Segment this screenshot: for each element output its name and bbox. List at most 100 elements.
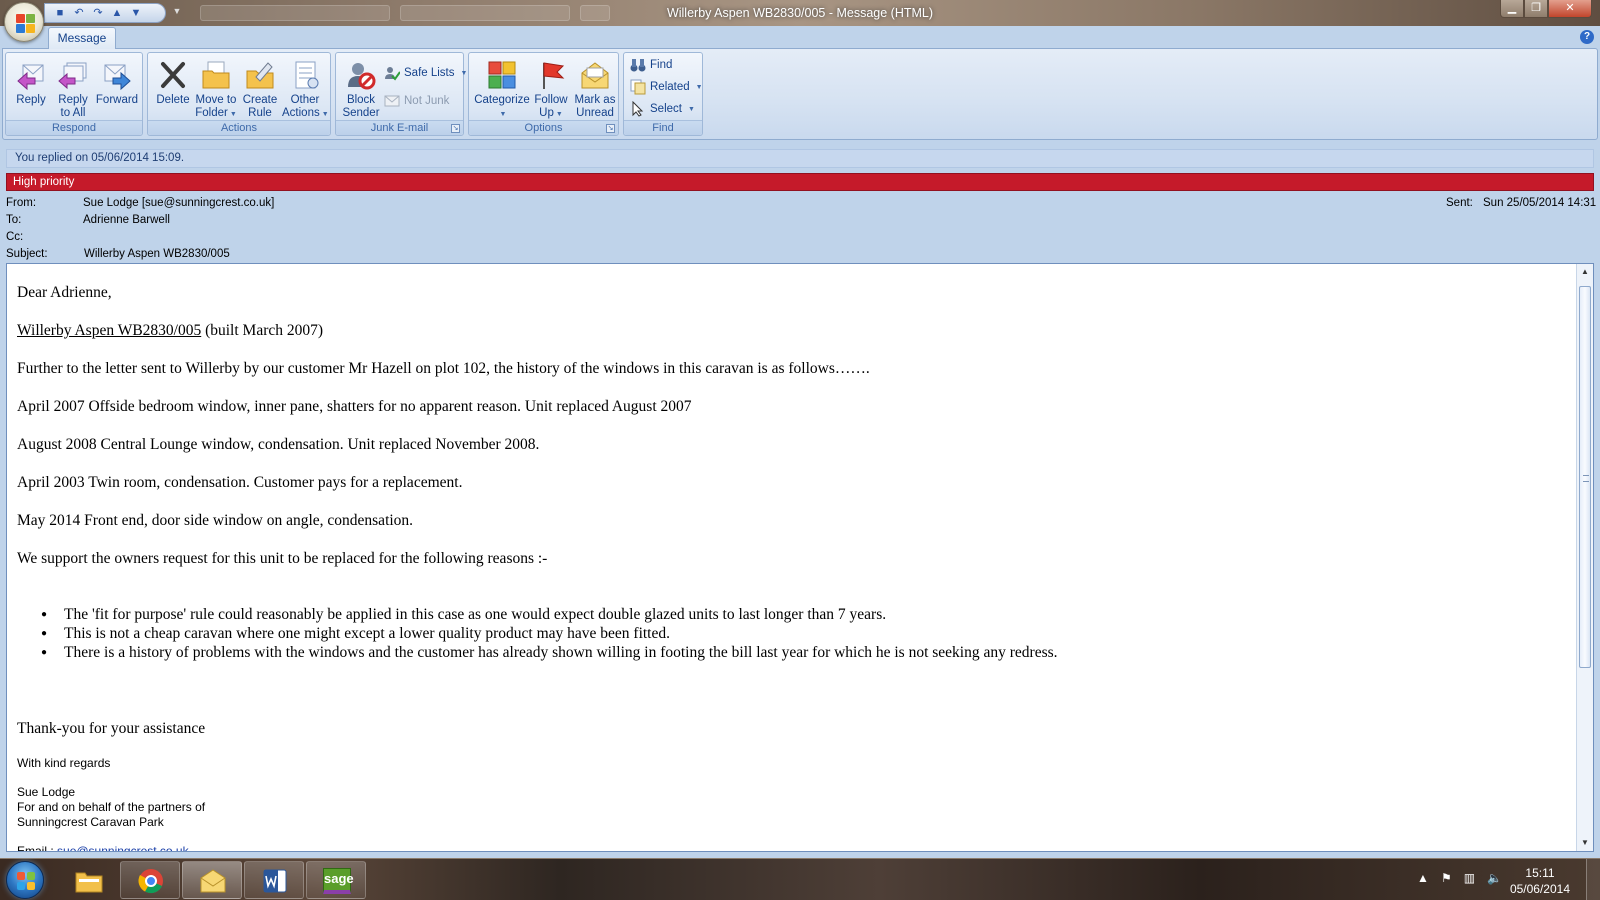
- word-taskbar-button[interactable]: [244, 861, 304, 899]
- other-actions-button[interactable]: Other Actions ▼: [282, 57, 329, 119]
- start-button[interactable]: [6, 861, 44, 899]
- bullet-text: The 'fit for purpose' rule could reasona…: [64, 606, 887, 623]
- thanks-line: Thank-you for your assistance: [17, 720, 206, 737]
- subject-label: Subject:: [6, 248, 48, 260]
- minimize-button[interactable]: ▁: [1500, 0, 1524, 18]
- junk-options-launcher-icon[interactable]: ↘: [451, 124, 460, 133]
- email-label: Email :: [17, 844, 58, 852]
- signature-name: Sue Lodge: [17, 785, 76, 799]
- cc-label: Cc:: [6, 231, 24, 243]
- list-item: ● This is not a cheap caravan where one m…: [41, 625, 670, 642]
- related-button[interactable]: Related ▼: [630, 77, 703, 97]
- volume-icon[interactable]: 🔈: [1487, 871, 1502, 885]
- chrome-taskbar-button[interactable]: [120, 861, 180, 899]
- related-icon: [630, 79, 646, 95]
- window-title: Willerby Aspen WB2830/005 - Message (HTM…: [666, 6, 934, 20]
- save-icon[interactable]: ■: [53, 6, 67, 20]
- group-junk-email: Block Sender Safe Lists ▼ Not Junk Junk E…: [335, 52, 467, 136]
- reply-label: Reply: [16, 94, 46, 106]
- restore-button[interactable]: ❐: [1524, 0, 1548, 18]
- system-tray: ▲ ⚑ ▥ 🔈: [1417, 871, 1502, 885]
- network-icon[interactable]: ▥: [1464, 871, 1475, 885]
- categorize-icon: [486, 59, 518, 91]
- paragraph-history-4: May 2014 Front end, door side window on …: [17, 512, 414, 529]
- sage-taskbar-button[interactable]: sage: [306, 861, 366, 899]
- customize-toolbar-icon[interactable]: ▼: [170, 6, 184, 20]
- safe-lists-button[interactable]: Safe Lists ▼: [384, 63, 467, 83]
- list-item: ● The 'fit for purpose' rule could reason…: [41, 606, 887, 623]
- email-link[interactable]: sue@sunningcrest.co.uk: [57, 844, 189, 851]
- group-options: Categorize ▼ Follow Up ▼ Mark as Unread O…: [468, 52, 619, 136]
- tab-message[interactable]: Message: [48, 27, 116, 49]
- scroll-down-icon[interactable]: ▼: [1577, 835, 1593, 851]
- undo-icon[interactable]: ↶: [72, 6, 86, 20]
- action-center-flag-icon[interactable]: ⚑: [1441, 871, 1452, 885]
- move-to-folder-button[interactable]: Move to Folder ▼: [194, 57, 238, 119]
- follow-up-label-2: Up: [539, 107, 554, 119]
- find-label: Find: [650, 59, 673, 71]
- select-button[interactable]: Select ▼: [630, 99, 695, 119]
- list-item: ● There is a history of problems with the…: [41, 644, 1058, 661]
- not-junk-button[interactable]: Not Junk: [384, 91, 449, 111]
- categorize-button[interactable]: Categorize ▼: [473, 57, 531, 119]
- categorize-label: Categorize: [474, 94, 530, 106]
- follow-up-label-1: Follow: [534, 94, 568, 106]
- scroll-up-icon[interactable]: ▲: [1577, 264, 1593, 280]
- not-junk-icon: [384, 93, 400, 109]
- paragraph-support: We support the owners request for this u…: [17, 550, 548, 567]
- outlook-taskbar-button[interactable]: [182, 861, 242, 899]
- group-find: Find Related ▼ Select ▼ Find: [623, 52, 703, 136]
- move-to-folder-label-2: Folder: [195, 107, 228, 119]
- options-launcher-icon[interactable]: ↘: [606, 124, 615, 133]
- create-rule-button[interactable]: Create Rule: [238, 57, 282, 119]
- sent-label: Sent:: [1446, 197, 1473, 209]
- to-value[interactable]: Adrienne Barwell: [83, 214, 170, 226]
- folder-icon: [75, 868, 103, 894]
- mark-as-unread-button[interactable]: Mark as Unread: [573, 57, 617, 119]
- delete-button[interactable]: Delete: [151, 57, 195, 119]
- follow-up-flag-icon: [535, 59, 567, 91]
- paragraph-history-3: April 2003 Twin room, condensation. Cust…: [17, 474, 463, 491]
- mark-as-unread-label-2: Unread: [576, 107, 614, 119]
- reply-button[interactable]: Reply: [9, 57, 53, 119]
- block-sender-button[interactable]: Block Sender: [339, 57, 383, 119]
- reply-all-button[interactable]: Reply to All: [51, 57, 95, 119]
- message-body[interactable]: Dear Adrienne, Willerby Aspen WB2830/005…: [6, 263, 1594, 852]
- ribbon: Reply Reply to All Forward Respond Delet…: [2, 48, 1598, 140]
- quick-access-toolbar: ■ ↶ ↷ ▲ ▼: [44, 3, 166, 23]
- forward-icon: [101, 59, 133, 91]
- title-bar: Willerby Aspen WB2830/005 - Message (HTM…: [0, 0, 1600, 26]
- clock-date: 05/06/2014: [1509, 882, 1570, 896]
- reference-link[interactable]: Willerby Aspen WB2830/005: [17, 322, 201, 339]
- bullet-text: There is a history of problems with the …: [64, 644, 1058, 661]
- block-sender-label-2: Sender: [342, 107, 380, 119]
- group-label-actions: Actions: [148, 120, 330, 135]
- related-label: Related: [650, 81, 690, 93]
- sage-icon: sage: [323, 868, 354, 894]
- clock[interactable]: 15:11 05/06/2014: [1510, 865, 1570, 897]
- cursor-arrow-icon: [630, 100, 646, 117]
- office-button[interactable]: [4, 2, 44, 42]
- paragraph-history-1: April 2007 Offside bedroom window, inner…: [17, 398, 692, 415]
- scroll-thumb[interactable]: [1579, 286, 1591, 668]
- reference-line: Willerby Aspen WB2830/005 (built March 2…: [17, 321, 323, 340]
- clock-time: 15:11: [1525, 866, 1555, 880]
- explorer-taskbar-button[interactable]: [58, 861, 118, 899]
- show-desktop-button[interactable]: [1586, 859, 1600, 900]
- forward-button[interactable]: Forward: [94, 57, 140, 119]
- find-button[interactable]: Find: [630, 55, 672, 75]
- reference-built: (built March 2007): [201, 322, 324, 339]
- taskbar: sage ▲ ⚑ ▥ 🔈 15:11 05/06/2014: [0, 858, 1600, 900]
- vertical-scrollbar[interactable]: ▲ ▼: [1576, 264, 1593, 851]
- next-item-icon[interactable]: ▼: [129, 6, 143, 20]
- redo-icon[interactable]: ↷: [91, 6, 105, 20]
- from-value[interactable]: Sue Lodge [sue@sunningcrest.co.uk]: [83, 197, 274, 209]
- regards-line: With kind regards: [17, 756, 111, 770]
- previous-item-icon[interactable]: ▲: [110, 6, 124, 20]
- chrome-icon: [137, 868, 165, 894]
- help-icon[interactable]: ?: [1580, 30, 1594, 44]
- close-button[interactable]: ✕: [1548, 0, 1592, 18]
- follow-up-button[interactable]: Follow Up ▼: [531, 57, 571, 119]
- show-hidden-icons-icon[interactable]: ▲: [1417, 871, 1429, 885]
- replied-info-bar[interactable]: You replied on 05/06/2014 15:09.: [6, 149, 1594, 168]
